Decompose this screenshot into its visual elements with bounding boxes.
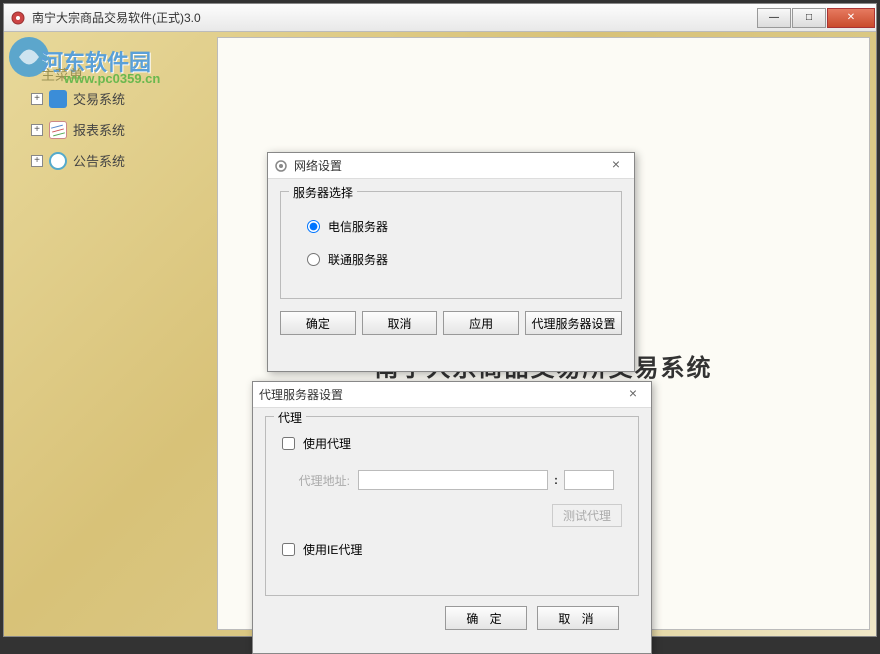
cancel-button[interactable]: 取消 xyxy=(362,311,438,335)
chart-icon xyxy=(49,121,67,139)
server-select-group: 服务器选择 电信服务器 联通服务器 xyxy=(280,191,622,299)
application-window: 南宁大宗商品交易软件(正式)3.0 — □ ✕ 河东软件园 主菜单 www.pc… xyxy=(3,3,877,637)
minimize-button[interactable]: — xyxy=(757,8,791,28)
maximize-button[interactable]: □ xyxy=(792,8,826,28)
use-proxy-checkbox-row[interactable]: 使用代理 xyxy=(282,435,626,452)
sidebar-item-report[interactable]: + 报表系统 xyxy=(31,120,125,139)
sidebar-item-announce[interactable]: + 公告系统 xyxy=(31,151,125,170)
radio-label: 电信服务器 xyxy=(328,218,388,235)
window-controls: — □ ✕ xyxy=(757,8,876,28)
checkbox-label: 使用代理 xyxy=(303,435,351,452)
sidebar-item-label: 公告系统 xyxy=(73,151,125,170)
dialog-close-button[interactable]: × xyxy=(621,385,645,405)
window-title: 南宁大宗商品交易软件(正式)3.0 xyxy=(32,9,757,26)
dialog-titlebar[interactable]: 代理服务器设置 × xyxy=(253,382,651,408)
apply-button[interactable]: 应用 xyxy=(443,311,519,335)
groupbox-title: 代理 xyxy=(274,409,306,426)
cancel-button[interactable]: 取 消 xyxy=(537,606,619,630)
network-settings-dialog: 网络设置 × 服务器选择 电信服务器 联通服务器 确定 xyxy=(267,152,635,372)
dialog-close-button[interactable]: × xyxy=(604,156,628,176)
monitor-icon xyxy=(49,90,67,108)
titlebar[interactable]: 南宁大宗商品交易软件(正式)3.0 — □ ✕ xyxy=(4,4,876,32)
test-button-row: 测试代理 xyxy=(278,504,622,527)
dialog-button-row: 确定 取消 应用 代理服务器设置 xyxy=(280,311,622,335)
sidebar-item-trading[interactable]: + 交易系统 xyxy=(31,89,125,108)
watermark-site-url: www.pc0359.cn xyxy=(64,71,160,86)
checkbox-label: 使用IE代理 xyxy=(303,541,362,558)
sidebar-item-label: 交易系统 xyxy=(73,89,125,108)
address-label: 代理地址: xyxy=(290,472,350,489)
proxy-settings-dialog: 代理服务器设置 × 代理 使用代理 代理地址: : xyxy=(252,381,652,654)
port-separator: : xyxy=(554,473,558,487)
proxy-address-input[interactable] xyxy=(358,470,548,490)
dialog-titlebar[interactable]: 网络设置 × xyxy=(268,153,634,179)
expand-icon[interactable]: + xyxy=(31,93,43,105)
use-proxy-checkbox[interactable] xyxy=(282,437,295,450)
radio-unicom[interactable]: 联通服务器 xyxy=(307,251,607,268)
dialog-title: 网络设置 xyxy=(294,157,604,174)
test-proxy-button[interactable]: 测试代理 xyxy=(552,504,622,527)
radio-label: 联通服务器 xyxy=(328,251,388,268)
sidebar-item-label: 报表系统 xyxy=(73,120,125,139)
radio-telecom-input[interactable] xyxy=(307,220,320,233)
dialog-button-row: 确 定 取 消 xyxy=(265,606,639,630)
use-ie-proxy-checkbox[interactable] xyxy=(282,543,295,556)
main-area: 河东软件园 主菜单 www.pc0359.cn + 交易系统 + 报表系统 + … xyxy=(4,32,876,636)
app-icon xyxy=(10,10,26,26)
close-button[interactable]: ✕ xyxy=(827,8,875,28)
proxy-settings-button[interactable]: 代理服务器设置 xyxy=(525,311,622,335)
ok-button[interactable]: 确定 xyxy=(280,311,356,335)
radio-unicom-input[interactable] xyxy=(307,253,320,266)
dialog-body: 代理 使用代理 代理地址: : 测试代理 xyxy=(253,408,651,638)
gear-icon xyxy=(274,159,288,173)
proxy-group: 代理 使用代理 代理地址: : 测试代理 xyxy=(265,416,639,596)
expand-icon[interactable]: + xyxy=(31,155,43,167)
dialog-title: 代理服务器设置 xyxy=(259,386,621,403)
ok-button[interactable]: 确 定 xyxy=(445,606,527,630)
expand-icon[interactable]: + xyxy=(31,124,43,136)
groupbox-title: 服务器选择 xyxy=(289,184,357,201)
sidebar: 河东软件园 主菜单 www.pc0359.cn + 交易系统 + 报表系统 + … xyxy=(9,37,209,167)
proxy-address-row: 代理地址: : xyxy=(290,470,626,490)
proxy-port-input[interactable] xyxy=(564,470,614,490)
chat-bubble-icon xyxy=(49,152,67,170)
dialog-body: 服务器选择 电信服务器 联通服务器 确定 取消 应用 代理服务器设置 xyxy=(268,179,634,347)
menu-items: + 交易系统 + 报表系统 + 公告系统 xyxy=(31,89,125,182)
use-ie-proxy-checkbox-row[interactable]: 使用IE代理 xyxy=(282,541,626,558)
radio-telecom[interactable]: 电信服务器 xyxy=(307,218,607,235)
